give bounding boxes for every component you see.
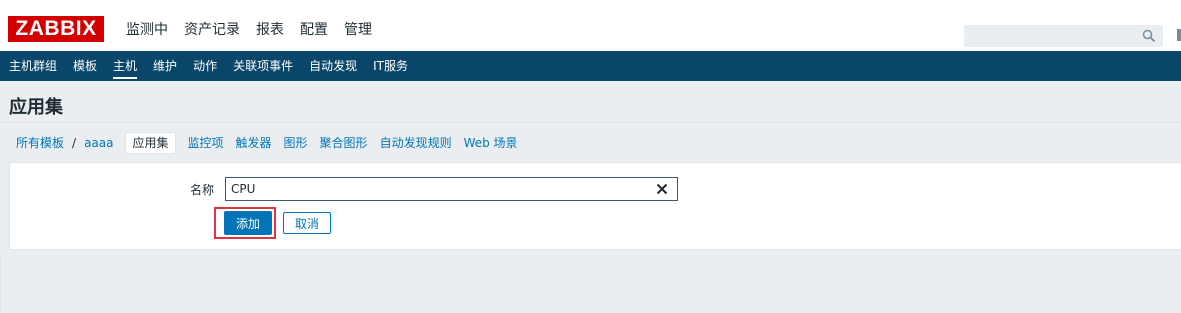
panel-edge bbox=[0, 255, 1, 313]
search-icon[interactable] bbox=[1142, 29, 1156, 43]
sub-item-templates[interactable]: 模板 bbox=[65, 51, 105, 81]
tab-discovery-rules[interactable]: 自动发现规则 bbox=[374, 133, 458, 153]
cancel-button[interactable]: 取消 bbox=[283, 212, 331, 234]
sub-item-hosts[interactable]: 主机 bbox=[105, 51, 145, 81]
name-field bbox=[225, 177, 678, 201]
breadcrumb-all-templates[interactable]: 所有模板 bbox=[10, 133, 70, 153]
sub-item-host-groups[interactable]: 主机群组 bbox=[1, 51, 65, 81]
breadcrumb-template[interactable]: aaaa bbox=[78, 133, 119, 153]
breadcrumb: 所有模板 / aaaa 应用集 监控项 触发器 图形 聚合图形 自动发现规则 W… bbox=[10, 132, 524, 154]
tab-applications[interactable]: 应用集 bbox=[125, 132, 176, 154]
tab-triggers[interactable]: 触发器 bbox=[230, 133, 278, 153]
close-icon[interactable] bbox=[656, 183, 668, 195]
page-title: 应用集 bbox=[9, 97, 63, 118]
add-button[interactable]: 添加 bbox=[224, 211, 272, 235]
search-input[interactable] bbox=[965, 26, 1135, 46]
global-search bbox=[964, 25, 1163, 47]
zabbix-logo[interactable]: ZABBIX bbox=[8, 16, 104, 42]
sub-menu: 主机群组 模板 主机 维护 动作 关联项事件 自动发现 IT服务 bbox=[0, 51, 1181, 81]
user-menu-icon[interactable] bbox=[1177, 29, 1181, 41]
sub-item-maintenance[interactable]: 维护 bbox=[145, 51, 185, 81]
application-form bbox=[9, 162, 1181, 250]
top-header: ZABBIX 监测中 资产记录 报表 配置 管理 bbox=[0, 0, 1181, 59]
name-label: 名称 bbox=[190, 183, 215, 197]
sub-item-actions[interactable]: 动作 bbox=[185, 51, 225, 81]
tab-items[interactable]: 监控项 bbox=[182, 133, 230, 153]
name-input[interactable] bbox=[226, 178, 646, 200]
breadcrumb-separator: / bbox=[72, 136, 77, 150]
title-divider bbox=[0, 122, 1181, 123]
sub-item-discovery[interactable]: 自动发现 bbox=[301, 51, 365, 81]
sub-item-event-correlation[interactable]: 关联项事件 bbox=[225, 51, 301, 81]
tab-web-scenarios[interactable]: Web 场景 bbox=[458, 133, 524, 153]
sub-item-it-services[interactable]: IT服务 bbox=[365, 51, 416, 81]
tab-screens[interactable]: 聚合图形 bbox=[314, 133, 374, 153]
tab-graphs[interactable]: 图形 bbox=[278, 133, 314, 153]
